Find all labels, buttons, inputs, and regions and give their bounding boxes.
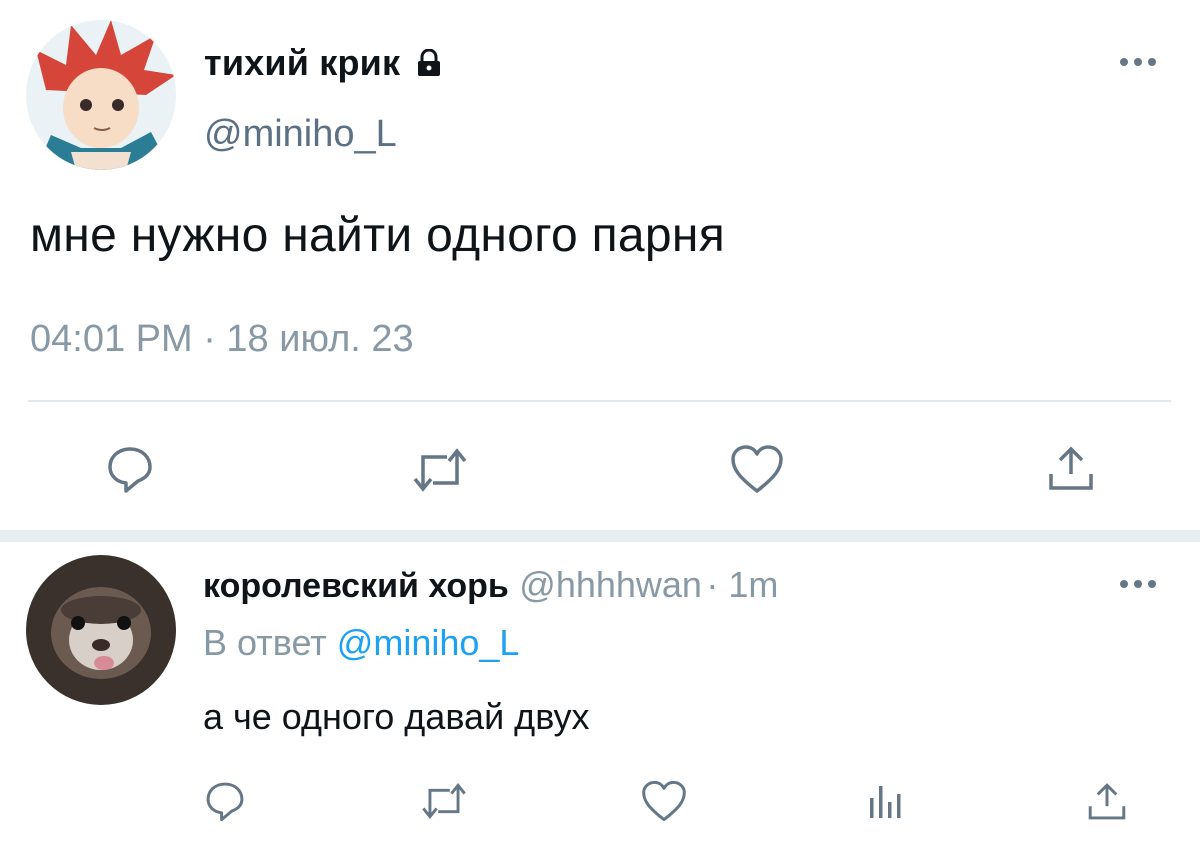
- tweet-text: мне нужно найти одного парня: [30, 209, 726, 262]
- lock-icon: [416, 44, 442, 86]
- reply-author-name[interactable]: королевский хорь: [203, 567, 509, 605]
- in-reply-prefix: В ответ: [203, 622, 327, 663]
- reply-reply-icon[interactable]: [203, 779, 247, 823]
- section-separator: [0, 530, 1200, 542]
- like-icon[interactable]: [729, 443, 785, 495]
- retweet-icon[interactable]: [411, 447, 469, 493]
- share-icon[interactable]: [1045, 444, 1097, 494]
- author-name[interactable]: тихий крик: [204, 42, 442, 86]
- reply-retweet-icon[interactable]: [420, 782, 468, 820]
- more-dots-icon[interactable]: [1118, 56, 1158, 68]
- reply-icon[interactable]: [104, 443, 156, 495]
- reply-text: а че одного давай двух: [203, 696, 590, 737]
- reply-author-handle[interactable]: @hhhhwan: [519, 564, 702, 605]
- reply-share-icon[interactable]: [1085, 781, 1129, 823]
- divider: [28, 400, 1171, 402]
- reply-author-avatar[interactable]: [26, 555, 176, 705]
- reply-like-icon[interactable]: [640, 779, 688, 823]
- reply-header: королевский хорь @hhhhwan · 1m: [203, 564, 778, 606]
- analytics-icon[interactable]: [866, 782, 906, 820]
- author-handle[interactable]: @miniho_L: [204, 113, 397, 156]
- author-avatar[interactable]: [26, 20, 176, 170]
- tweet-timestamp[interactable]: 04:01 PM · 18 июл. 23: [30, 318, 414, 361]
- author-name-text[interactable]: тихий крик: [204, 42, 400, 83]
- reply-time: · 1m: [706, 564, 779, 605]
- reply-more-dots-icon[interactable]: [1118, 578, 1158, 590]
- in-reply-handle-link[interactable]: @miniho_L: [337, 622, 520, 663]
- in-reply-to: В ответ @miniho_L: [203, 622, 519, 664]
